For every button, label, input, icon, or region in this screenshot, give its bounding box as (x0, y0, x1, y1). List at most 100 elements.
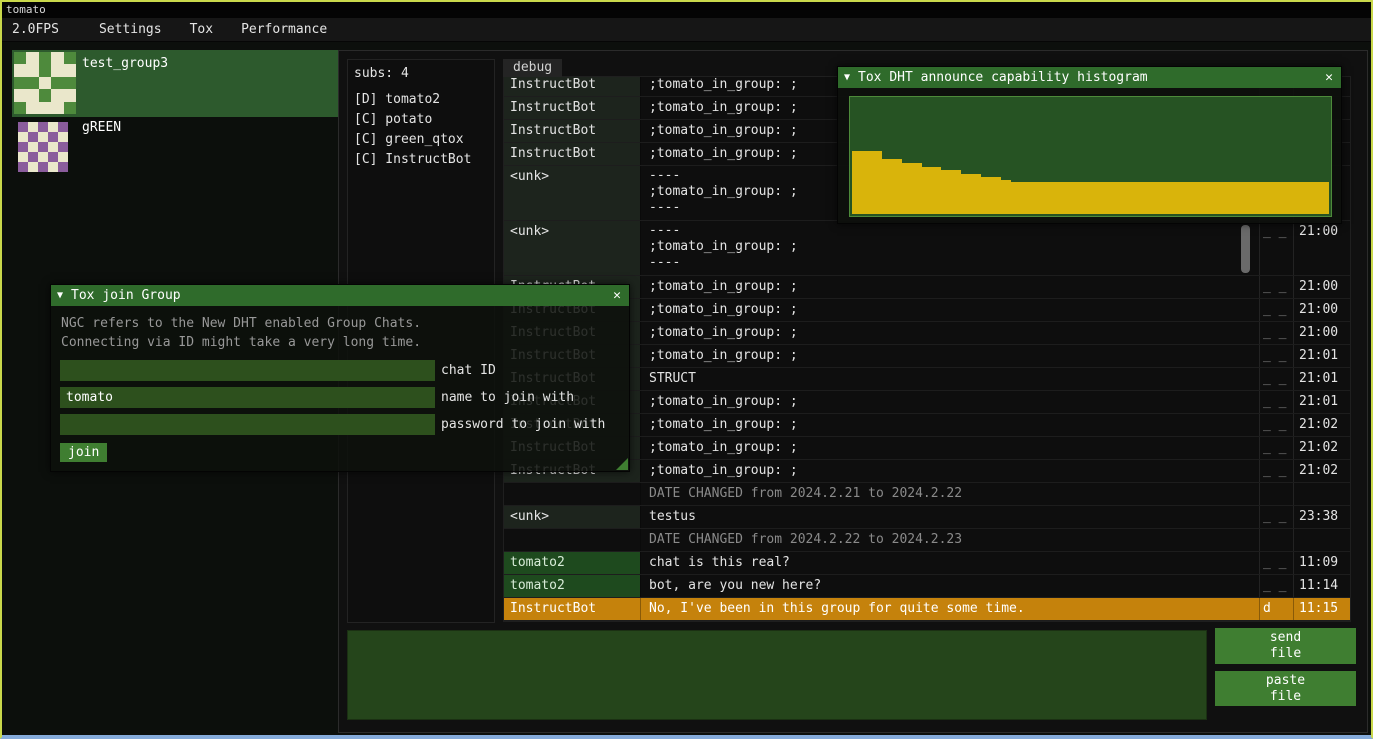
chat-row: InstructBot;tomato_in_group: ;_ _21:00 (504, 322, 1350, 345)
message-text: ;tomato_in_group: ; (641, 276, 1260, 298)
message-flags: _ _ (1260, 391, 1294, 413)
histogram-bars (852, 99, 1329, 214)
message-text: ;tomato_in_group: ; (641, 322, 1260, 344)
message-time: 21:01 (1294, 345, 1350, 367)
message-text: ;tomato_in_group: ; (641, 414, 1260, 436)
histogram-bar (1269, 182, 1279, 214)
close-icon[interactable]: ✕ (611, 288, 623, 303)
join-name-label: name to join with (441, 390, 574, 405)
histogram-bar (872, 151, 882, 214)
chat-scrollbar-thumb[interactable] (1241, 225, 1250, 273)
message-time: 11:14 (1294, 575, 1350, 597)
message-time: 11:15 (1294, 598, 1350, 620)
histogram-bar (981, 177, 991, 214)
sender-name: tomato2 (504, 552, 641, 574)
message-flags: _ _ (1260, 460, 1294, 482)
message-text: DATE CHANGED from 2024.2.21 to 2024.2.22 (641, 483, 1260, 505)
join-button[interactable]: join (60, 443, 107, 462)
chat-row: InstructBot;tomato_in_group: ;_ _21:00 (504, 299, 1350, 322)
subs-item[interactable]: [C] potato (348, 110, 494, 130)
histogram-bar (1021, 182, 1031, 214)
group-avatar (18, 122, 68, 172)
chat-id-row: chat ID (60, 360, 629, 381)
histogram-window-titlebar: ▼ Tox DHT announce capability histogram … (838, 67, 1341, 88)
tab-debug[interactable]: debug (503, 59, 562, 77)
sender-name: <unk> (504, 221, 641, 275)
subs-item[interactable]: [C] green_qtox (348, 130, 494, 150)
sidebar-group-test_group3[interactable]: test_group3 (12, 50, 338, 117)
histogram-bar (1309, 182, 1319, 214)
histogram-bar (1319, 182, 1329, 214)
chat-row: InstructBot;tomato_in_group: ;_ _21:02 (504, 437, 1350, 460)
message-time: 21:02 (1294, 460, 1350, 482)
send-file-button[interactable]: send file (1215, 628, 1356, 664)
menu-performance[interactable]: Performance (227, 22, 341, 37)
chat-row: InstructBot;tomato_in_group: ;_ _21:01 (504, 391, 1350, 414)
message-text: ;tomato_in_group: ; (641, 460, 1260, 482)
system-row: DATE CHANGED from 2024.2.22 to 2024.2.23 (504, 529, 1350, 552)
message-input[interactable] (347, 630, 1207, 720)
histogram-bar (1299, 182, 1309, 214)
message-text: chat is this real? (641, 552, 1260, 574)
message-text: No, I've been in this group for quite so… (641, 598, 1260, 620)
join-password-input[interactable] (60, 414, 435, 435)
close-icon[interactable]: ✕ (1323, 70, 1335, 85)
histogram-bar (1200, 182, 1210, 214)
sender-name: InstructBot (504, 598, 641, 620)
collapse-arrow-icon[interactable]: ▼ (57, 290, 63, 301)
menu-tox[interactable]: Tox (176, 22, 227, 37)
histogram-bar (1081, 182, 1091, 214)
sender-name: <unk> (504, 506, 641, 528)
message-flags: _ _ (1260, 437, 1294, 459)
group-name: gREEN (82, 120, 121, 135)
histogram-bar (1140, 182, 1150, 214)
collapse-arrow-icon[interactable]: ▼ (844, 72, 850, 83)
sender-name (504, 529, 641, 551)
sidebar-group-gREEN[interactable]: gREEN (12, 117, 338, 179)
histogram-plot[interactable] (849, 96, 1332, 217)
histogram-bar (1110, 182, 1120, 214)
resize-grip-icon[interactable] (616, 458, 628, 470)
message-text: DATE CHANGED from 2024.2.22 to 2024.2.23 (641, 529, 1260, 551)
histogram-bar (932, 167, 942, 214)
message-flags: _ _ (1260, 299, 1294, 321)
histogram-bar (991, 177, 1001, 214)
histogram-bar (1130, 182, 1140, 214)
sender-name: InstructBot (504, 143, 641, 165)
chat-row: InstructBot;tomato_in_group: ;_ _21:02 (504, 414, 1350, 437)
histogram-bar (1230, 182, 1240, 214)
histogram-bar (1190, 182, 1200, 214)
histogram-bar (1031, 182, 1041, 214)
paste-file-button[interactable]: paste file (1215, 671, 1356, 706)
histogram-bar (1011, 182, 1021, 214)
subs-list: [D] tomato2[C] potato[C] green_qtox[C] I… (348, 90, 494, 170)
histogram-bar (1120, 182, 1130, 214)
menu-settings[interactable]: Settings (85, 22, 176, 37)
chat-row: <unk>testus_ _23:38 (504, 506, 1350, 529)
message-flags (1260, 529, 1294, 551)
histogram-bar (961, 174, 971, 214)
message-time: 21:02 (1294, 414, 1350, 436)
join-name-input[interactable] (60, 387, 435, 408)
window-bottom-border (2, 735, 1371, 737)
subs-item[interactable]: [D] tomato2 (348, 90, 494, 110)
menubar-items: SettingsToxPerformance (85, 22, 341, 37)
message-time: 21:02 (1294, 437, 1350, 459)
sender-name: <unk> (504, 166, 641, 220)
histogram-bar (1180, 182, 1190, 214)
histogram-bar (1170, 182, 1180, 214)
histogram-bar (1041, 182, 1051, 214)
chat-id-input[interactable] (60, 360, 435, 381)
histogram-window: ▼ Tox DHT announce capability histogram … (837, 66, 1342, 224)
join-password-label: password to join with (441, 417, 605, 432)
window-title: tomato (6, 3, 46, 16)
message-time (1294, 483, 1350, 505)
sender-name: tomato2 (504, 575, 641, 597)
join-window-title: Tox join Group (71, 288, 611, 303)
histogram-bar (892, 159, 902, 214)
subs-item[interactable]: [C] InstructBot (348, 150, 494, 170)
histogram-bar (902, 163, 912, 214)
message-flags: _ _ (1260, 322, 1294, 344)
chat-row: InstructBotSTRUCT_ _21:01 (504, 368, 1350, 391)
histogram-bar (1289, 182, 1299, 214)
